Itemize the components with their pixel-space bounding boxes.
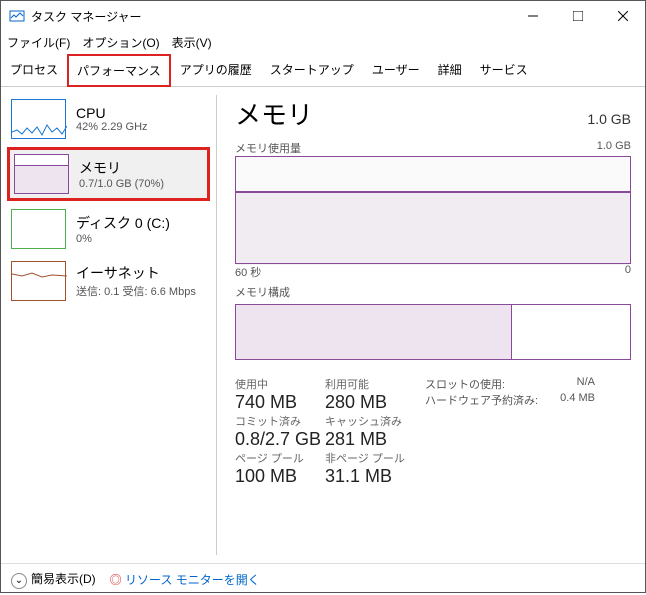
in-use-val: 740 MB [235,392,325,413]
open-resmon-link[interactable]: ◎ リソース モニターを開く [110,571,260,588]
comp-label: メモリ構成 [235,284,290,300]
sidebar-net-label: イーサネット [76,263,196,283]
tab-services[interactable]: サービス [471,54,537,87]
tab-app-history[interactable]: アプリの履歴 [171,54,261,87]
disk-sparkline [11,209,66,249]
titlebar: タスク マネージャー [1,1,645,31]
close-button[interactable] [600,1,645,31]
avail-label: 利用可能 [325,376,415,392]
menu-file[interactable]: ファイル(F) [7,34,70,51]
sidebar: CPU42% 2.29 GHz メモリ0.7/1.0 GB (70%) ディスク… [1,87,216,563]
sidebar-net-sub: 送信: 0.1 受信: 6.6 Mbps [76,283,196,299]
hw-label: ハードウェア予約済み: [425,392,538,408]
tab-performance[interactable]: パフォーマンス [67,54,171,87]
sidebar-memory-label: メモリ [79,158,164,178]
nonpaged-label: 非ページ プール [325,450,415,466]
tab-startup[interactable]: スタートアップ [261,54,363,87]
avail-val: 280 MB [325,392,415,413]
sidebar-item-disk[interactable]: ディスク 0 (C:)0% [7,205,210,253]
hw-val: 0.4 MB [560,392,595,408]
usage-max: 1.0 GB [597,140,631,156]
app-icon [9,8,25,24]
window-title: タスク マネージャー [31,8,510,25]
memory-composition-chart [235,304,631,360]
cached-val: 281 MB [325,429,415,450]
sidebar-item-ethernet[interactable]: イーサネット送信: 0.1 受信: 6.6 Mbps [7,257,210,305]
cpu-sparkline [11,99,66,139]
tabs: プロセス パフォーマンス アプリの履歴 スタートアップ ユーザー 詳細 サービス [1,53,645,87]
paged-label: ページ プール [235,450,325,466]
resmon-icon: ◎ [110,573,122,587]
tab-processes[interactable]: プロセス [1,54,67,87]
in-use-label: 使用中 [235,376,325,392]
x-right: 0 [625,264,631,280]
menu-view[interactable]: 表示(V) [172,34,212,51]
memory-usage-chart [235,156,631,264]
paged-val: 100 MB [235,466,325,487]
commit-val: 0.8/2.7 GB [235,429,325,450]
menubar: ファイル(F) オプション(O) 表示(V) [1,31,645,53]
details-pane: メモリ 1.0 GB メモリ使用量 1.0 GB 60 秒 0 メモリ構成 使用中7… [217,87,645,563]
bottombar: ⌄簡易表示(D) ◎ リソース モニターを開く [1,563,645,595]
sidebar-cpu-sub: 42% 2.29 GHz [76,121,148,133]
maximize-button[interactable] [555,1,600,31]
detail-title: メモリ [235,95,313,132]
chevron-down-icon: ⌄ [11,573,27,589]
usage-label: メモリ使用量 [235,140,301,156]
sidebar-item-cpu[interactable]: CPU42% 2.29 GHz [7,95,210,143]
cached-label: キャッシュ済み [325,413,415,429]
tab-details[interactable]: 詳細 [429,54,471,87]
sidebar-disk-label: ディスク 0 (C:) [76,213,170,233]
tab-users[interactable]: ユーザー [363,54,429,87]
fewer-details-button[interactable]: ⌄簡易表示(D) [11,570,96,589]
menu-options[interactable]: オプション(O) [82,34,159,51]
detail-total: 1.0 GB [587,111,631,127]
sidebar-item-memory[interactable]: メモリ0.7/1.0 GB (70%) [7,147,210,201]
commit-label: コミット済み [235,413,325,429]
slot-val: N/A [577,376,595,392]
slot-label: スロットの使用: [425,376,505,392]
minimize-button[interactable] [510,1,555,31]
ethernet-sparkline [11,261,66,301]
nonpaged-val: 31.1 MB [325,466,415,487]
sidebar-cpu-label: CPU [76,105,148,121]
sidebar-disk-sub: 0% [76,233,170,245]
sidebar-memory-sub: 0.7/1.0 GB (70%) [79,178,164,190]
memory-sparkline [14,154,69,194]
x-left: 60 秒 [235,264,261,280]
